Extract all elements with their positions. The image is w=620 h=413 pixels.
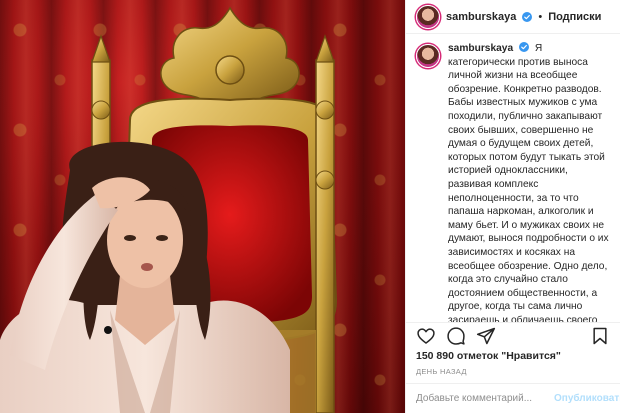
post-side-panel: samburskaya • Подписки samburskaya Я кат… — [405, 0, 620, 413]
comment-icon[interactable] — [446, 326, 466, 346]
comment-bar: Опубликовать — [406, 382, 620, 413]
verified-badge-icon — [522, 11, 533, 22]
share-icon[interactable] — [476, 326, 496, 346]
heart-icon[interactable] — [416, 326, 436, 346]
likes-count[interactable]: 150 890 отметок "Нравится" — [406, 349, 620, 363]
verified-badge-icon — [518, 42, 529, 53]
following-button[interactable]: Подписки — [548, 11, 601, 23]
woman-in-silk-robe — [0, 141, 290, 413]
post-photo[interactable] — [0, 0, 405, 413]
post-header: samburskaya • Подписки — [406, 0, 620, 35]
instagram-post: samburskaya • Подписки samburskaya Я кат… — [0, 0, 620, 413]
caption-avatar[interactable] — [416, 44, 440, 69]
bookmark-icon[interactable] — [590, 326, 610, 346]
caption: samburskaya Я категорически против вынос… — [448, 42, 610, 322]
separator-dot: • — [538, 10, 543, 23]
caption-area: samburskaya Я категорически против вынос… — [406, 34, 620, 322]
publish-button[interactable]: Опубликовать — [554, 393, 620, 404]
header-username[interactable]: samburskaya — [446, 11, 516, 23]
avatar[interactable] — [416, 4, 440, 29]
action-bar — [406, 321, 620, 349]
caption-text: Я категорически против выноса личной жиз… — [448, 43, 609, 322]
caption-username[interactable]: samburskaya — [448, 43, 513, 54]
comment-input[interactable] — [416, 392, 548, 404]
post-time[interactable]: ДЕНЬ НАЗАД — [406, 363, 620, 383]
